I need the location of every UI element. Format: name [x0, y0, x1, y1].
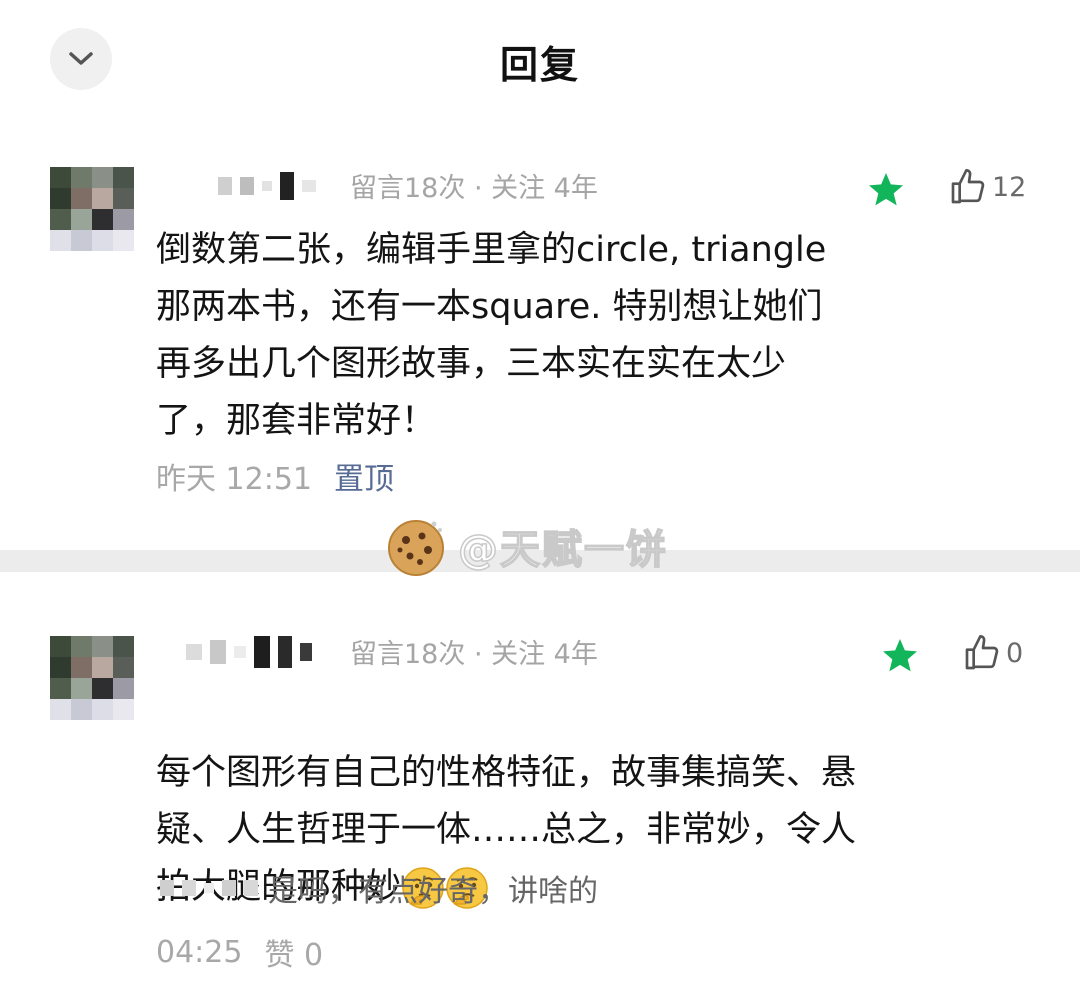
- comment-footer: 04:25 赞 0: [156, 930, 323, 974]
- comment-meta: 留言18次 · 关注 4年: [350, 639, 598, 670]
- username-blurred[interactable]: [218, 172, 316, 200]
- cookie-icon: [388, 520, 444, 576]
- star-icon[interactable]: [866, 170, 906, 210]
- page-title: 回复: [499, 43, 580, 87]
- star-icon[interactable]: [880, 636, 920, 676]
- comment-footer: 昨天 12:51 置顶: [156, 454, 394, 498]
- like-button[interactable]: 12: [948, 167, 1026, 207]
- pin-button[interactable]: 置顶: [334, 454, 394, 498]
- thumbs-up-icon: [965, 635, 999, 670]
- reply-item[interactable]: 是吗，有点好奇，讲啥的: [160, 866, 598, 910]
- comment-text: 倒数第二张，编辑手里拿的circle, triangle 那两本书，还有一本sq…: [156, 230, 827, 441]
- like-count: 12: [992, 171, 1027, 203]
- reply-like-button[interactable]: 赞 0: [264, 930, 323, 974]
- username-blurred[interactable]: [186, 636, 312, 668]
- thumbs-up-icon: [951, 169, 985, 204]
- reply-text: 是吗，有点好奇，讲啥的: [268, 874, 598, 909]
- like-button[interactable]: 0: [962, 633, 1023, 673]
- watermark: @天赋一饼: [384, 514, 668, 578]
- comment-time: 昨天 12:51: [156, 462, 312, 497]
- comment-time: 04:25: [156, 934, 243, 970]
- avatar[interactable]: [50, 636, 134, 720]
- like-count: 0: [1006, 637, 1024, 669]
- avatar[interactable]: [50, 167, 134, 251]
- reply-username-blurred: [160, 880, 258, 896]
- comment-meta: 留言18次 · 关注 4年: [350, 173, 598, 204]
- watermark-text: @天赋一饼: [457, 526, 668, 574]
